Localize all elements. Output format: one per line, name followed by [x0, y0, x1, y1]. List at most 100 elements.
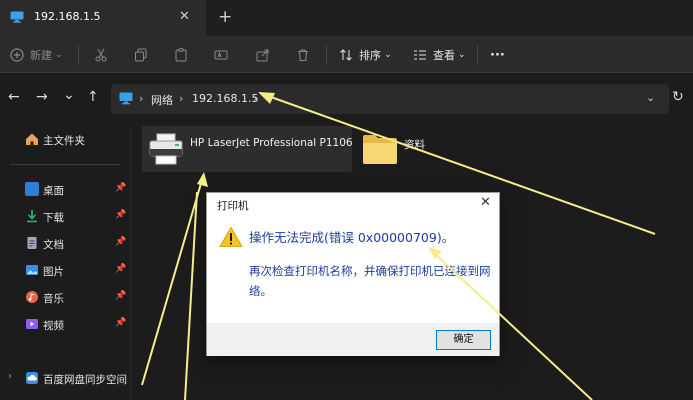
refresh-button[interactable]: ↻	[672, 89, 684, 105]
pin-icon[interactable]: 📌	[115, 183, 126, 193]
printer-name: HP LaserJet Professional P1106	[190, 137, 353, 149]
folder-icon	[363, 135, 397, 164]
sidebar-item-label: 主文件夹	[43, 135, 85, 147]
sidebar-item-downloads[interactable]: 下载 📌	[0, 205, 130, 229]
home-icon	[26, 133, 38, 145]
download-icon	[27, 210, 37, 223]
printer-icon	[149, 133, 183, 165]
sidebar-item-pictures[interactable]: 图片 📌	[0, 259, 130, 283]
cut-button[interactable]	[94, 45, 108, 65]
dialog-close-icon[interactable]: ✕	[480, 196, 491, 210]
music-icon	[26, 291, 38, 303]
sidebar-item-documents[interactable]: 文档 📌	[0, 232, 130, 256]
pin-icon[interactable]: 📌	[115, 237, 126, 247]
printer-item[interactable]: HP LaserJet Professional P1106	[142, 126, 353, 172]
more-options-button[interactable]: ···	[490, 45, 505, 65]
chevron-down-icon: ⌄	[384, 50, 392, 60]
dialog-footer: 确定	[207, 323, 499, 356]
rename-icon	[214, 50, 228, 60]
arrow-to-printer	[184, 191, 198, 400]
chevron-down-icon: ⌄	[55, 50, 63, 60]
rename-button[interactable]	[214, 45, 228, 65]
warning-icon	[219, 226, 243, 247]
sidebar-item-label: 音乐	[43, 293, 64, 305]
breadcrumb-chevron-icon: ›	[139, 92, 144, 105]
pictures-icon	[26, 265, 38, 275]
sidebar-item-videos[interactable]: 视频 📌	[0, 313, 130, 337]
recent-locations-button[interactable]: ⌄	[63, 87, 75, 103]
view-button[interactable]: 查看 ⌄	[413, 45, 466, 65]
sort-button[interactable]: 排序 ⌄	[339, 45, 392, 65]
documents-icon	[27, 237, 37, 249]
new-button-label: 新建	[30, 49, 52, 62]
sidebar-item-home[interactable]: 主文件夹	[0, 128, 130, 152]
cloud-sync-icon	[26, 372, 38, 384]
share-button[interactable]	[256, 45, 270, 65]
new-tab-button[interactable]: +	[218, 7, 232, 27]
dialog-detail: 再次检查打印机名称，并确保打印机已连接到网络。	[249, 264, 491, 298]
view-button-label: 查看	[433, 49, 455, 62]
dialog-message: 操作无法完成(错误 0x00000709)。	[249, 230, 455, 245]
back-button[interactable]: ←	[8, 89, 20, 105]
pin-icon[interactable]: 📌	[115, 210, 126, 220]
breadcrumb-host[interactable]: 192.168.1.5	[192, 92, 258, 105]
new-button[interactable]: 新建 ⌄	[10, 45, 63, 65]
error-dialog: 打印机 ✕ 操作无法完成(错误 0x00000709)。 再次检查打印机名称，并…	[206, 192, 500, 356]
forward-button[interactable]: →	[36, 89, 48, 105]
breadcrumb-chevron-icon: ›	[253, 92, 258, 105]
paste-button[interactable]	[174, 45, 188, 65]
monitor-icon	[119, 92, 133, 105]
tab-current[interactable]: 192.168.1.5 ✕	[0, 0, 206, 36]
breadcrumb-network[interactable]: 网络	[151, 92, 173, 108]
sort-icon	[340, 49, 352, 61]
cut-icon	[95, 48, 107, 62]
toolbar-divider	[326, 45, 327, 65]
breadcrumb-chevron-icon: ›	[179, 92, 184, 105]
sidebar-item-music[interactable]: 音乐 📌	[0, 286, 130, 310]
share-icon	[256, 49, 269, 62]
delete-button[interactable]	[296, 45, 310, 65]
copy-icon	[135, 48, 147, 62]
sidebar-item-label: 图片	[43, 266, 64, 278]
view-icon	[414, 50, 426, 60]
tab-close-icon[interactable]: ✕	[179, 9, 190, 25]
ok-button[interactable]: 确定	[436, 330, 491, 350]
folder-name: 资料	[404, 139, 425, 151]
address-bar[interactable]: › 网络 › 192.168.1.5 › ⌄	[111, 84, 669, 114]
sidebar-divider	[10, 164, 120, 165]
chevron-down-icon: ⌄	[458, 50, 466, 60]
navigation-row: ← → ⌄ ↑ › 网络 › 192.168.1.5 › ⌄ ↻	[0, 73, 693, 125]
up-button[interactable]: ↑	[87, 89, 99, 105]
sort-button-label: 排序	[359, 49, 381, 62]
toolbar-divider	[477, 45, 478, 65]
chevron-right-icon[interactable]: ›	[8, 371, 12, 382]
toolbar-divider	[78, 45, 79, 65]
dialog-title: 打印机	[217, 200, 249, 212]
sidebar-item-label: 文档	[43, 239, 64, 251]
sidebar-item-label: 视频	[43, 320, 64, 332]
copy-button[interactable]	[134, 45, 148, 65]
tab-title: 192.168.1.5	[34, 10, 101, 23]
sidebar-item-label: 桌面	[43, 185, 64, 197]
sidebar-item-label: 百度网盘同步空间	[43, 374, 127, 386]
arrowhead-icon	[197, 172, 208, 187]
address-dropdown-button[interactable]: ⌄	[646, 91, 655, 104]
sidebar-item-baidu-sync[interactable]: › 百度网盘同步空间	[0, 367, 130, 391]
arrow-to-printer	[141, 179, 203, 386]
folder-item[interactable]: 资料	[358, 126, 478, 172]
tab-strip: 192.168.1.5 ✕ +	[0, 0, 693, 36]
pin-icon[interactable]: 📌	[115, 291, 126, 301]
more-icon: ···	[490, 47, 505, 63]
pane-divider[interactable]	[130, 125, 131, 400]
monitor-icon	[10, 11, 24, 23]
navigation-pane: 主文件夹 桌面 📌 下载 📌 文档 📌 图片 📌 音乐 📌 视频 📌 › 百度网…	[0, 125, 130, 400]
pin-icon[interactable]: 📌	[115, 264, 126, 274]
add-icon	[10, 48, 24, 62]
sidebar-item-label: 下载	[43, 212, 64, 224]
pin-icon[interactable]: 📌	[115, 318, 126, 328]
command-bar: 新建 ⌄ 排序 ⌄ 查看 ⌄ ···	[0, 36, 693, 73]
sidebar-item-desktop[interactable]: 桌面 📌	[0, 178, 130, 202]
videos-icon	[26, 319, 38, 329]
desktop-icon	[25, 182, 39, 196]
trash-icon	[298, 49, 308, 61]
